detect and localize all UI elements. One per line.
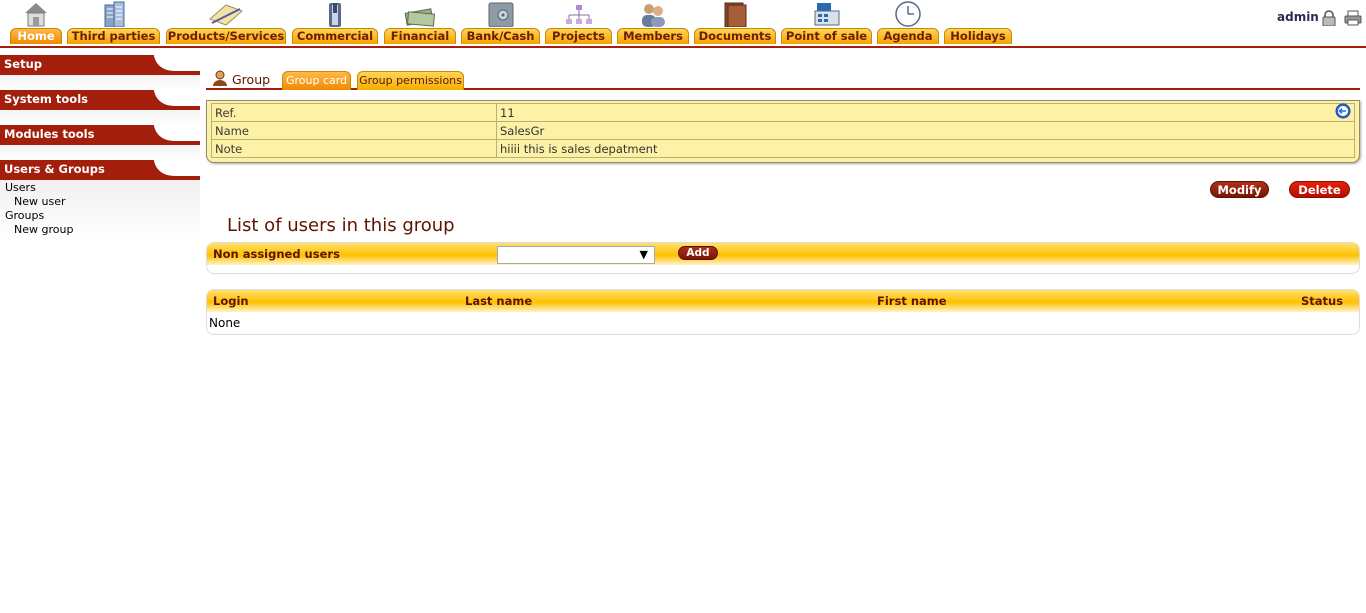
- col-last-name[interactable]: Last name: [465, 290, 532, 312]
- tab-bar: Group Group card Group permissions: [206, 66, 1360, 90]
- project-tree-icon: [565, 1, 593, 27]
- name-value: SalesGr: [496, 121, 1355, 140]
- menu-agenda[interactable]: Agenda: [877, 0, 939, 44]
- card-row-ref: Ref. 11: [211, 103, 1355, 122]
- menu-commercial[interactable]: Commercial: [292, 0, 378, 44]
- menu-bank-cash[interactable]: Bank/Cash: [461, 0, 540, 44]
- menu-home[interactable]: Home: [10, 0, 62, 44]
- users-table-header: Login Last name First name Status: [207, 290, 1359, 312]
- ref-value: 11: [496, 103, 1355, 122]
- money-icon: [402, 1, 438, 27]
- top-menu: Home Third parties Products/Services Com…: [0, 0, 1366, 48]
- home-icon: [22, 1, 50, 27]
- col-status[interactable]: Status: [1301, 290, 1343, 312]
- assign-user-form: Non assigned users ▼ Add: [206, 242, 1360, 274]
- users-groups-submenu: Users New user Groups New group: [0, 180, 200, 239]
- col-login[interactable]: Login: [213, 290, 249, 312]
- documents-icon: [721, 1, 749, 27]
- ref-label: Ref.: [211, 103, 497, 122]
- menu-members[interactable]: Members: [617, 0, 689, 44]
- delete-button[interactable]: Delete: [1289, 181, 1350, 198]
- tab-group-card[interactable]: Group card: [282, 71, 351, 90]
- left-menu: Setup System tools Modules tools Users &…: [0, 55, 200, 239]
- tab-group-title: Group: [212, 70, 270, 89]
- action-buttons: Modify Delete: [206, 181, 1360, 215]
- menu-projects[interactable]: Projects: [545, 0, 612, 44]
- tab-group-permissions[interactable]: Group permissions: [357, 71, 464, 90]
- buildings-icon: [100, 1, 128, 27]
- left-menu-system-tools[interactable]: System tools: [0, 90, 200, 110]
- left-menu-users-groups[interactable]: Users & Groups: [0, 160, 200, 180]
- chevron-down-icon: ▼: [639, 248, 648, 261]
- back-to-list-icon[interactable]: [1335, 103, 1351, 119]
- non-assigned-users-label: Non assigned users: [213, 247, 340, 261]
- safe-icon: [487, 1, 515, 27]
- left-menu-setup[interactable]: Setup: [0, 55, 200, 75]
- menu-point-of-sale[interactable]: Point of sale: [781, 0, 872, 44]
- logout-lock-icon[interactable]: [1322, 10, 1336, 27]
- note-label: Note: [211, 139, 497, 158]
- group-card: Ref. 11 Name SalesGr Note hiiii this is …: [206, 100, 1360, 163]
- products-icon: [206, 1, 246, 27]
- users-empty-text: None: [209, 316, 241, 330]
- card-row-name: Name SalesGr: [211, 121, 1355, 140]
- commercial-icon: [321, 1, 349, 27]
- menu-documents[interactable]: Documents: [694, 0, 776, 44]
- menu-products-services[interactable]: Products/Services: [166, 0, 286, 44]
- non-assigned-users-select[interactable]: ▼: [497, 246, 655, 264]
- left-menu-new-user[interactable]: New user: [5, 195, 200, 209]
- left-menu-groups[interactable]: Groups: [5, 209, 200, 223]
- members-icon: [639, 1, 667, 27]
- add-user-button[interactable]: Add: [678, 246, 718, 260]
- left-menu-modules-tools[interactable]: Modules tools: [0, 125, 200, 145]
- printer-icon[interactable]: [1344, 10, 1362, 26]
- main-content: Group Group card Group permissions Ref. …: [206, 66, 1360, 335]
- menu-financial[interactable]: Financial: [384, 0, 456, 44]
- cash-register-icon: [813, 1, 841, 27]
- left-menu-new-group[interactable]: New group: [5, 223, 200, 237]
- left-menu-users[interactable]: Users: [5, 181, 200, 195]
- group-icon: [212, 70, 228, 89]
- clock-icon: [894, 1, 922, 27]
- menu-third-parties[interactable]: Third parties: [67, 0, 160, 44]
- modify-button[interactable]: Modify: [1210, 181, 1269, 198]
- note-value: hiiii this is sales depatment: [496, 139, 1355, 158]
- menu-holidays[interactable]: Holidays: [944, 0, 1012, 44]
- tab-group-label: Group: [232, 72, 271, 87]
- name-label: Name: [211, 121, 497, 140]
- card-row-note: Note hiiii this is sales depatment: [211, 139, 1355, 158]
- col-first-name[interactable]: First name: [877, 290, 947, 312]
- login-username[interactable]: admin: [1277, 10, 1319, 24]
- users-table: Login Last name First name Status None: [206, 289, 1360, 335]
- users-list-title: List of users in this group: [227, 215, 455, 236]
